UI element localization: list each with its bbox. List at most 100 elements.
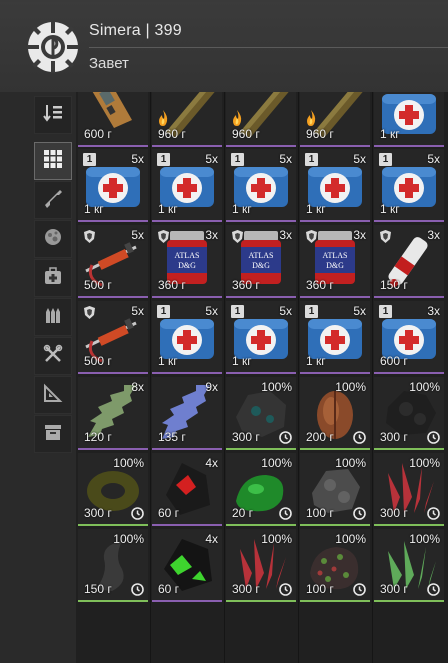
item-quantity: 100% bbox=[409, 456, 440, 470]
item-quantity: 3x bbox=[427, 228, 440, 242]
inventory-slot-spiky-blue[interactable]: 9x 135 г bbox=[152, 377, 222, 450]
inventory-slot-medkit[interactable]: 1 5x 1 кг bbox=[226, 149, 296, 222]
svg-text:ATLAS: ATLAS bbox=[249, 251, 274, 260]
item-weight: 300 г bbox=[380, 582, 408, 596]
item-weight: 360 г bbox=[306, 278, 334, 292]
inventory-slot-jar[interactable]: ATLAS D&G 3x 360 г bbox=[226, 225, 296, 298]
inventory-slot-coral-red[interactable]: 100% 300 г bbox=[374, 453, 444, 526]
category-tab-artifact[interactable] bbox=[34, 220, 72, 258]
inventory-slot-bar[interactable]: 960 г bbox=[226, 92, 296, 147]
inventory-slot-jar[interactable]: ATLAS D&G 3x 360 г bbox=[152, 225, 222, 298]
item-weight: 120 г bbox=[84, 430, 112, 444]
inventory-slot-spiky-green[interactable]: 8x 120 г bbox=[78, 377, 148, 450]
item-weight: 150 г bbox=[84, 582, 112, 596]
tier-badge: 1 bbox=[379, 305, 392, 318]
flame-icon bbox=[156, 109, 170, 127]
item-weight: 60 г bbox=[158, 582, 180, 596]
inventory-slot-device[interactable]: 600 г bbox=[78, 92, 148, 147]
inventory-slot-crystal-green[interactable]: 4x 60 г bbox=[152, 529, 222, 602]
item-weight: 300 г bbox=[84, 506, 112, 520]
tier-badge: 1 bbox=[379, 153, 392, 166]
medkit-icon bbox=[42, 265, 64, 292]
category-tab-sort[interactable] bbox=[34, 96, 72, 134]
inventory-slot-syringe[interactable]: 5x 500 г bbox=[78, 301, 148, 374]
category-tab-medkit[interactable] bbox=[34, 259, 72, 297]
category-tab-tools[interactable] bbox=[34, 337, 72, 375]
grid-column-divider bbox=[150, 92, 151, 663]
inventory-slot-medkit[interactable]: 1 5x 1 кг bbox=[152, 301, 222, 374]
inventory-slot-medkit[interactable]: 1 5x 1 кг bbox=[226, 301, 296, 374]
category-tab-ammo[interactable] bbox=[34, 298, 72, 336]
item-quantity: 100% bbox=[335, 532, 366, 546]
inventory-slot-crystal-red[interactable]: 4x 60 г bbox=[152, 453, 222, 526]
shield-icon bbox=[305, 229, 318, 244]
category-tab-grid[interactable] bbox=[34, 142, 72, 180]
inventory-slot-medkit[interactable]: 1 кг bbox=[374, 92, 444, 147]
category-tab-storage-box[interactable] bbox=[34, 415, 72, 453]
inventory-slot-tube[interactable]: 3x 150 г bbox=[374, 225, 444, 298]
item-weight: 1 кг bbox=[232, 202, 252, 216]
inventory-slot-medkit[interactable]: 1 5x 1 кг bbox=[300, 301, 370, 374]
inventory-slot-bar[interactable]: 960 г bbox=[300, 92, 370, 147]
tier-badge: 1 bbox=[231, 305, 244, 318]
item-quantity: 100% bbox=[335, 380, 366, 394]
item-weight: 100 г bbox=[306, 582, 334, 596]
timer-clock-icon bbox=[279, 431, 292, 444]
category-sidebar bbox=[34, 96, 72, 454]
grid-column-divider bbox=[298, 92, 299, 663]
weapon-icon bbox=[42, 187, 64, 214]
item-weight: 600 г bbox=[380, 354, 408, 368]
inventory-slot-twist[interactable]: 100% 150 г bbox=[78, 529, 148, 602]
inventory-slot-coral-green[interactable]: 100% 300 г bbox=[374, 529, 444, 602]
item-weight: 360 г bbox=[232, 278, 260, 292]
inventory-slot-medkit[interactable]: 1 5x 1 кг bbox=[374, 149, 444, 222]
inventory-slot-rock-dark[interactable]: 100% 300 г bbox=[226, 377, 296, 450]
category-tab-weapon[interactable] bbox=[34, 181, 72, 219]
shield-icon bbox=[83, 229, 96, 244]
item-quantity: 100% bbox=[261, 456, 292, 470]
item-quantity: 3x bbox=[353, 228, 366, 242]
item-weight: 135 г bbox=[158, 430, 186, 444]
inventory-slot-jar[interactable]: ATLAS D&G 3x 360 г bbox=[300, 225, 370, 298]
item-weight: 1 кг bbox=[84, 202, 104, 216]
storage-box-icon bbox=[42, 421, 64, 448]
inventory-slot-medkit[interactable]: 1 3x 600 г bbox=[374, 301, 444, 374]
flame-icon bbox=[230, 109, 244, 127]
inventory-slot-ring[interactable]: 100% 300 г bbox=[78, 453, 148, 526]
item-quantity: 100% bbox=[113, 456, 144, 470]
tier-badge: 1 bbox=[305, 153, 318, 166]
inventory-slot-medkit[interactable]: 1 5x 1 кг bbox=[300, 149, 370, 222]
item-quantity: 5x bbox=[353, 152, 366, 166]
inventory-slot-pod[interactable]: 100% 200 г bbox=[300, 377, 370, 450]
inventory-slot-medkit[interactable]: 1 5x 1 кг bbox=[152, 149, 222, 222]
item-quantity: 100% bbox=[113, 532, 144, 546]
inventory-slot-coral-red[interactable]: 100% 300 г bbox=[226, 529, 296, 602]
inventory-slot-bar[interactable]: 960 г bbox=[152, 92, 222, 147]
inventory-slot-medkit[interactable]: 1 5x 1 кг bbox=[78, 149, 148, 222]
item-weight: 300 г bbox=[380, 430, 408, 444]
inventory-slot-moss[interactable]: 100% 100 г bbox=[300, 529, 370, 602]
item-weight: 300 г bbox=[380, 506, 408, 520]
category-tab-blueprint[interactable] bbox=[34, 376, 72, 414]
svg-text:D&G: D&G bbox=[252, 261, 270, 270]
inventory-slot-syringe[interactable]: 5x 500 г bbox=[78, 225, 148, 298]
item-weight: 960 г bbox=[306, 127, 334, 141]
ammo-icon bbox=[42, 304, 64, 331]
shield-icon bbox=[157, 229, 170, 244]
tier-badge: 1 bbox=[305, 305, 318, 318]
item-weight: 20 г bbox=[232, 506, 254, 520]
tier-badge: 1 bbox=[157, 305, 170, 318]
item-weight: 1 кг bbox=[158, 202, 178, 216]
sort-icon bbox=[42, 102, 64, 129]
inventory-slot-rock-grey[interactable]: 100% 100 г bbox=[300, 453, 370, 526]
shield-icon bbox=[231, 229, 244, 244]
item-quantity: 5x bbox=[131, 228, 144, 242]
item-weight: 960 г bbox=[158, 127, 186, 141]
tier-badge: 1 bbox=[231, 153, 244, 166]
inventory-slot-blob-green[interactable]: 100% 20 г bbox=[226, 453, 296, 526]
inventory-slot-rock-black[interactable]: 100% 300 г bbox=[374, 377, 444, 450]
item-quantity: 9x bbox=[205, 380, 218, 394]
timer-clock-icon bbox=[353, 583, 366, 596]
shield-icon bbox=[83, 305, 96, 320]
grid-column-divider bbox=[372, 92, 373, 663]
